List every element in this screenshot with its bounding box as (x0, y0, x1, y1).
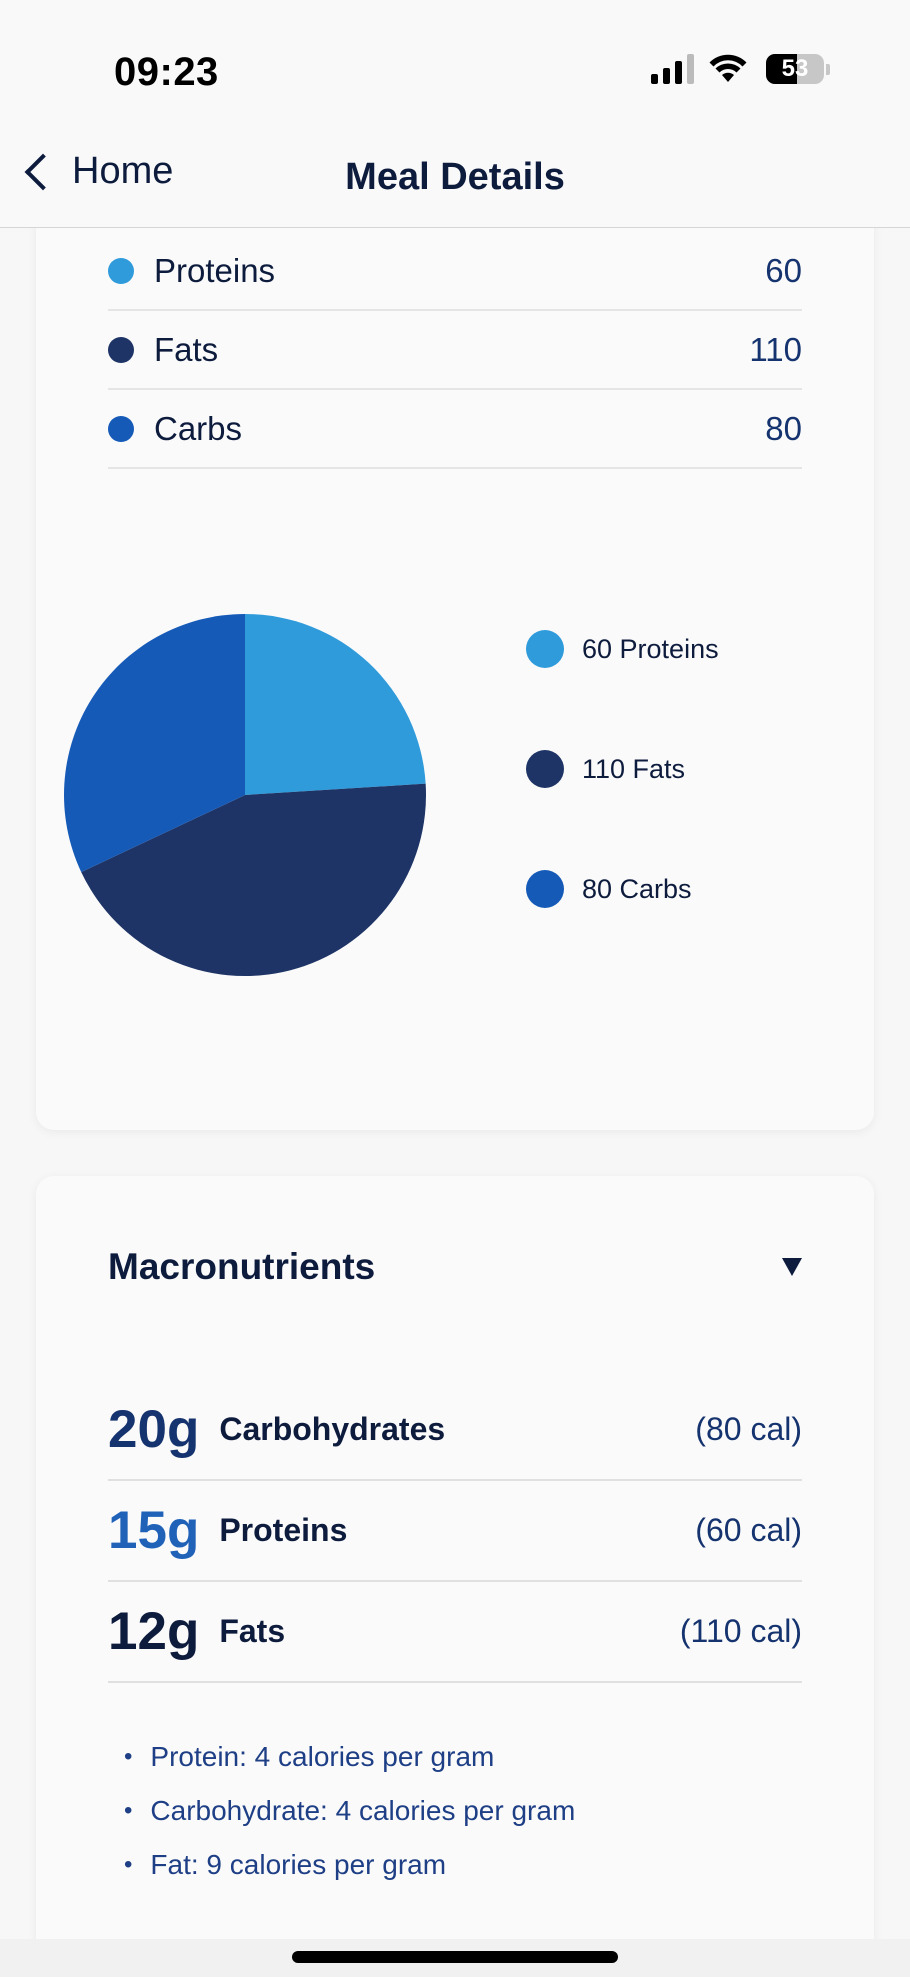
nutrient-name: Carbs (154, 409, 243, 447)
battery-level: 53 (781, 55, 809, 82)
legend-item-fats: 110 Fats (526, 750, 719, 788)
triangle-down-icon[interactable] (782, 1258, 802, 1276)
nutrient-breakdown-card: Proteins 60 Fats 110 Carbs 80 60 Protein… (36, 210, 874, 1130)
legend-dot-proteins (526, 630, 564, 668)
macro-name: Proteins (219, 1512, 348, 1548)
macro-row-fats: 12g Fats (110 cal) (108, 1582, 802, 1683)
legend-label: 110 Fats (582, 753, 686, 784)
legend-label: 80 Carbs (582, 873, 692, 904)
home-indicator-area (0, 1939, 910, 1977)
legend-label: 60 Proteins (582, 633, 719, 664)
legend-dot-fats (526, 750, 564, 788)
macronutrients-card: Macronutrients 20g Carbohydrates (80 cal… (36, 1176, 874, 1977)
nutrient-name: Proteins (154, 251, 276, 289)
nutrient-value: 80 (765, 409, 802, 447)
macro-calories: (80 cal) (695, 1411, 802, 1447)
macronutrient-list: 20g Carbohydrates (80 cal) 15g Proteins … (108, 1380, 802, 1683)
legend-item-carbs: 80 Carbs (526, 870, 719, 908)
battery-tip (826, 63, 830, 75)
status-time: 09:23 (114, 50, 219, 94)
nutrient-name: Fats (154, 330, 219, 368)
legend-dot-carbs (526, 870, 564, 908)
nutrient-value: 110 (749, 330, 802, 368)
status-bar: 09:23 53 (0, 0, 910, 120)
note-item: Fat: 9 calories per gram (124, 1838, 575, 1892)
pie-slice-proteins (245, 614, 426, 795)
note-item: Carbohydrate: 4 calories per gram (124, 1784, 575, 1838)
macro-calories: (110 cal) (679, 1613, 802, 1649)
legend-item-proteins: 60 Proteins (526, 630, 719, 668)
macro-grams: 12g (108, 1602, 200, 1661)
macronutrients-title: Macronutrients (108, 1246, 376, 1287)
macro-calories: (60 cal) (695, 1512, 802, 1548)
battery-icon: 53 (766, 54, 824, 84)
carbs-color-dot (108, 415, 134, 442)
pie-chart-svg (64, 614, 427, 977)
nutrient-row-fats: Fats 110 (108, 311, 802, 390)
macro-grams: 15g (108, 1501, 200, 1560)
macronutrients-header[interactable]: Macronutrients (108, 1246, 802, 1288)
calorie-notes: Protein: 4 calories per gram Carbohydrat… (124, 1730, 575, 1892)
home-indicator[interactable] (292, 1951, 618, 1963)
nutrient-list: Proteins 60 Fats 110 Carbs 80 (108, 232, 802, 469)
wifi-icon (709, 54, 747, 82)
note-item: Protein: 4 calories per gram (124, 1730, 575, 1784)
status-icons: 53 (651, 54, 830, 84)
macro-grams: 20g (108, 1400, 200, 1459)
cellular-signal-icon (651, 54, 694, 84)
macro-name: Carbohydrates (219, 1411, 446, 1447)
nutrient-row-carbs: Carbs 80 (108, 390, 802, 469)
pie-legend: 60 Proteins 110 Fats 80 Carbs (526, 630, 719, 990)
macro-row-carbohydrates: 20g Carbohydrates (80 cal) (108, 1380, 802, 1481)
nutrient-value: 60 (765, 251, 802, 289)
macro-row-proteins: 15g Proteins (60 cal) (108, 1481, 802, 1582)
nutrient-row-proteins: Proteins 60 (108, 232, 802, 311)
proteins-color-dot (108, 257, 134, 284)
fats-color-dot (108, 336, 134, 363)
macro-name: Fats (219, 1613, 286, 1649)
navigation-bar: Home Meal Details (0, 120, 910, 228)
pie-chart (62, 612, 428, 978)
page-title: Meal Details (345, 156, 565, 198)
